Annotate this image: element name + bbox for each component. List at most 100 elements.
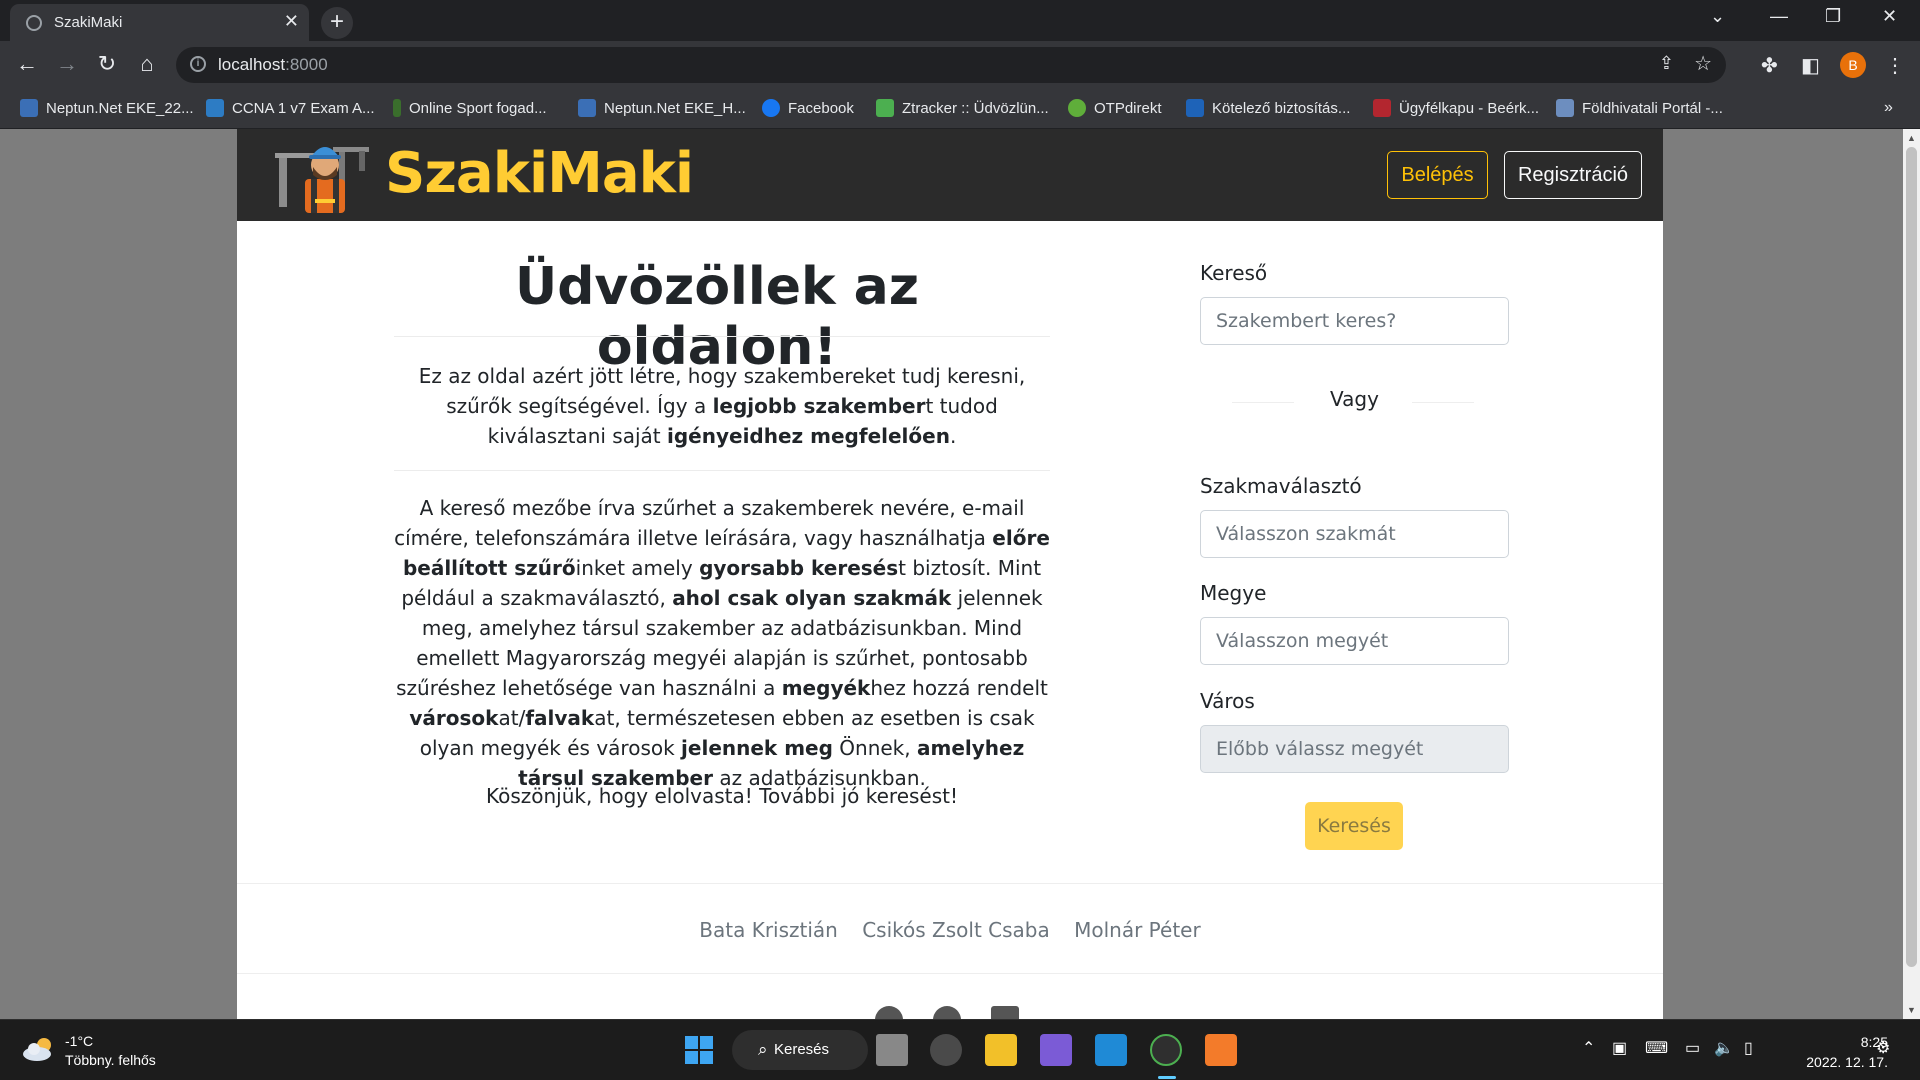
volume-icon[interactable]: 🔈 <box>1714 1038 1734 1058</box>
page-title: Üdvözöllek az oldalon! <box>514 257 919 377</box>
task-view-icon[interactable] <box>876 1034 908 1066</box>
scroll-thumb[interactable] <box>1906 147 1917 967</box>
bookmark-item[interactable]: Neptun.Net EKE_H... <box>578 99 746 117</box>
home-icon[interactable]: ⌂ <box>133 51 161 77</box>
network-icon[interactable]: ▭ <box>1685 1038 1700 1058</box>
details-paragraph: A kereső mezőbe írva szűrhet a szakember… <box>387 493 1057 793</box>
bookmark-label: Ztracker :: Üdvözlün... <box>902 100 1049 117</box>
bookmark-item[interactable]: Földhivatali Portál -... <box>1556 99 1723 117</box>
bookmark-label: OTPdirekt <box>1094 100 1162 117</box>
taskbar-search[interactable]: ⌕ Keresés <box>732 1030 868 1070</box>
address-bar[interactable]: i localhost:8000 ⇪ ☆ <box>176 47 1726 83</box>
bookmark-item[interactable]: Ztracker :: Üdvözlün... <box>876 99 1049 117</box>
chrome-icon[interactable] <box>1150 1034 1182 1066</box>
browser-tab[interactable]: SzakiMaki ✕ <box>10 4 309 41</box>
details-bold: gyorsabb keresés <box>699 556 899 580</box>
author-link[interactable]: Molnár Péter <box>1074 918 1201 942</box>
scroll-down-icon[interactable]: ▼ <box>1907 1005 1916 1015</box>
close-tab-icon[interactable]: ✕ <box>284 11 299 32</box>
author-link[interactable]: Csikós Zsolt Csaba <box>862 918 1050 942</box>
browser-toolbar: ← → ↻ ⌂ i localhost:8000 ⇪ ☆ ✤ ◧ B ⋮ <box>0 41 1920 89</box>
bookmark-item[interactable]: CCNA 1 v7 Exam A... <box>206 99 375 117</box>
brand-name[interactable]: SzakiMaki <box>385 141 694 206</box>
divider <box>394 336 1050 337</box>
more-bookmarks-icon[interactable]: » <box>1884 99 1893 117</box>
xampp-icon[interactable] <box>1205 1034 1237 1066</box>
footer-social-icon[interactable] <box>875 1006 903 1019</box>
footer-authors: Bata Krisztián Csikós Zsolt Csaba Molnár… <box>237 918 1663 942</box>
neptun-icon <box>578 99 596 117</box>
profession-select[interactable]: Válasszon szakmát <box>1200 510 1509 558</box>
profession-label: Szakmaválasztó <box>1200 474 1362 498</box>
close-window-icon[interactable]: ✕ <box>1882 6 1897 27</box>
site-info-icon[interactable]: i <box>190 56 206 72</box>
author-link[interactable]: Bata Krisztián <box>699 918 838 942</box>
bookmarks-bar: Neptun.Net EKE_22... CCNA 1 v7 Exam A...… <box>0 89 1920 129</box>
profile-avatar[interactable]: B <box>1840 52 1866 78</box>
battery-icon[interactable]: ▯ <box>1744 1038 1753 1058</box>
menu-icon[interactable]: ⋮ <box>1885 53 1905 78</box>
share-icon[interactable]: ⇪ <box>1659 53 1674 74</box>
unity-icon[interactable] <box>930 1034 962 1066</box>
windows-start-icon[interactable] <box>683 1034 715 1066</box>
forward-icon[interactable]: → <box>53 51 81 77</box>
bookmark-label: Kötelező biztosítás... <box>1212 100 1351 117</box>
bookmark-star-icon[interactable]: ☆ <box>1694 51 1712 76</box>
page-scrollbar[interactable]: ▲ ▼ <box>1903 129 1920 1019</box>
search-button[interactable]: Keresés <box>1305 802 1403 850</box>
details-bold: falvak <box>525 706 595 730</box>
url-text: localhost:8000 <box>218 55 328 75</box>
new-tab-button[interactable]: + <box>321 7 353 39</box>
vscode-icon[interactable] <box>1095 1034 1127 1066</box>
page-container: SzakiMaki Belépés Regisztráció Üdvözölle… <box>237 129 1663 1019</box>
bookmark-item[interactable]: Facebook <box>762 99 854 117</box>
ccna-icon <box>206 99 224 117</box>
restore-icon[interactable]: ❐ <box>1825 6 1841 27</box>
register-button[interactable]: Regisztráció <box>1504 151 1642 199</box>
page-viewport: SzakiMaki Belépés Regisztráció Üdvözölle… <box>0 129 1920 1019</box>
login-button[interactable]: Belépés <box>1387 151 1488 199</box>
tray-app-icon[interactable]: ▣ <box>1612 1038 1627 1058</box>
reload-icon[interactable]: ↻ <box>93 51 121 77</box>
globe-icon <box>26 15 42 31</box>
file-explorer-icon[interactable] <box>985 1034 1017 1066</box>
search-input[interactable]: Szakembert keres? <box>1200 297 1509 345</box>
insurance-icon <box>1186 99 1204 117</box>
bookmark-item[interactable]: Kötelező biztosítás... <box>1186 99 1350 117</box>
visual-studio-icon[interactable] <box>1040 1034 1072 1066</box>
bookmark-item[interactable]: Neptun.Net EKE_22... <box>20 99 194 117</box>
back-icon[interactable]: ← <box>13 51 41 77</box>
bookmark-item[interactable]: OTPdirekt <box>1068 99 1162 117</box>
intro-text: . <box>949 424 957 448</box>
worker-logo-icon[interactable] <box>275 135 371 215</box>
bookmark-label: Facebook <box>788 100 854 117</box>
bookmark-label: Online Sport fogad... <box>409 100 547 117</box>
details-text: hez hozzá rendelt <box>870 676 1048 700</box>
facebook-icon <box>762 99 780 117</box>
thanks-text: Köszönjük, hogy elolvasta! További jó ke… <box>485 784 959 808</box>
side-panel-icon[interactable]: ◧ <box>1801 53 1820 78</box>
cloudy-weather-icon[interactable] <box>22 1036 56 1062</box>
bookmark-item[interactable]: Ügyfélkapu - Beérk... <box>1373 99 1539 117</box>
notification-icon[interactable]: ⚙ <box>1876 1038 1890 1058</box>
taskbar-clock[interactable]: 8:25 2022. 12. 17. <box>1776 1032 1888 1072</box>
city-select[interactable]: Előbb válassz megyét <box>1200 725 1509 773</box>
tray-overflow-icon[interactable]: ⌃ <box>1582 1038 1595 1058</box>
neptun-icon <box>20 99 38 117</box>
url-port: :8000 <box>285 55 328 74</box>
bookmark-item[interactable]: Online Sport fogad... <box>393 99 547 117</box>
minimize-icon[interactable]: — <box>1770 6 1788 27</box>
scroll-up-icon[interactable]: ▲ <box>1907 133 1916 143</box>
github-icon[interactable] <box>933 1006 961 1019</box>
trello-icon[interactable] <box>991 1006 1019 1019</box>
details-text: A kereső mezőbe írva szűrhet a szakember… <box>394 496 1025 550</box>
intro-bold: legjobb szakember <box>712 394 926 418</box>
keyboard-icon[interactable]: ⌨ <box>1645 1038 1668 1058</box>
land-registry-icon <box>1556 99 1574 117</box>
tab-search-icon[interactable]: ⌄ <box>1710 6 1725 27</box>
weather-temperature: -1°C <box>65 1033 94 1049</box>
extensions-icon[interactable]: ✤ <box>1761 53 1778 78</box>
details-bold: jelennek meg <box>681 736 833 760</box>
county-select[interactable]: Válasszon megyét <box>1200 617 1509 665</box>
details-text: inket amely <box>575 556 700 580</box>
